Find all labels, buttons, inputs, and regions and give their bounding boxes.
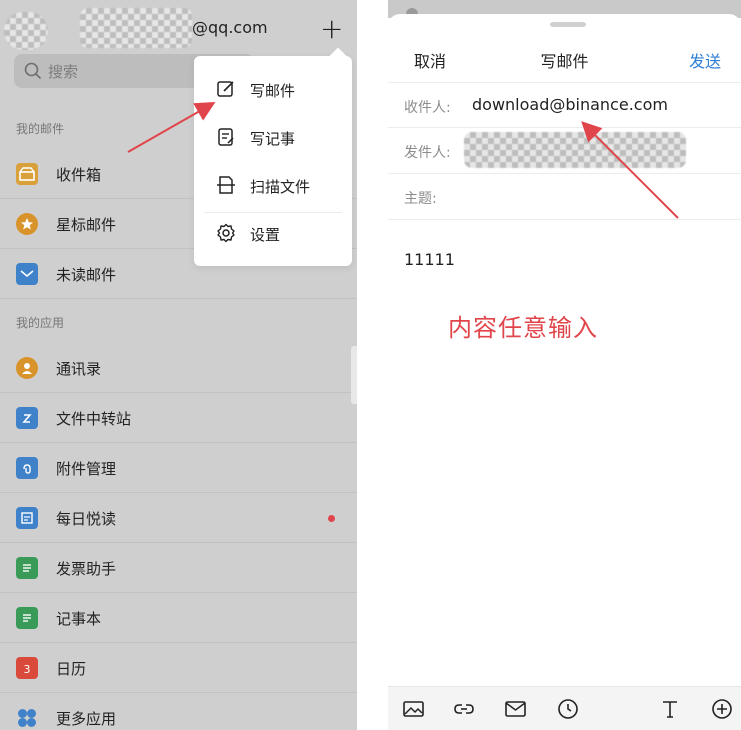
sidebar-item-label: 日历 <box>56 660 87 678</box>
account-name-redacted <box>80 8 192 48</box>
popup-item-scan[interactable]: 扫描文件 <box>194 164 352 210</box>
sidebar-item-label: 收件箱 <box>56 166 102 184</box>
divider <box>0 298 357 299</box>
compose-mail-panel: 取消 写邮件 发送 收件人: download@binance.com 发件人:… <box>388 0 741 730</box>
unread-icon <box>16 263 38 285</box>
divider <box>0 592 357 593</box>
sidebar-item-daily-read[interactable]: 每日悦读 <box>0 494 357 542</box>
sidebar-item-label: 星标邮件 <box>56 216 117 234</box>
link-icon[interactable] <box>452 697 476 721</box>
calendar-day-number: 3 <box>24 663 31 676</box>
unread-dot-badge <box>328 515 335 522</box>
divider <box>0 392 357 393</box>
add-icon[interactable] <box>710 697 734 721</box>
envelope-icon[interactable] <box>504 697 528 721</box>
contacts-icon <box>16 357 38 379</box>
sidebar-item-label: 附件管理 <box>56 460 117 478</box>
star-icon <box>16 213 38 235</box>
compose-toolbar <box>388 686 741 730</box>
divider <box>0 642 357 643</box>
sidebar-item-notebook[interactable]: 记事本 <box>0 594 357 642</box>
send-button[interactable]: 发送 <box>689 48 721 72</box>
sidebar-item-calendar[interactable]: 3 日历 <box>0 644 357 692</box>
popup-item-label: 扫描文件 <box>250 178 311 196</box>
file-transfer-icon <box>16 407 38 429</box>
settings-icon <box>217 223 235 243</box>
compose-sheet: 取消 写邮件 发送 收件人: download@binance.com 发件人:… <box>388 14 741 730</box>
account-avatar-redacted[interactable] <box>4 12 48 50</box>
popup-item-compose[interactable]: 写邮件 <box>194 68 352 114</box>
from-field-row[interactable]: 发件人: <box>388 128 741 174</box>
section-label-my-apps: 我的应用 <box>16 316 65 330</box>
clock-icon[interactable] <box>556 697 580 721</box>
section-label-my-mail: 我的邮件 <box>16 122 65 136</box>
divider <box>0 692 357 693</box>
mailbox-sidebar-panel: @qq.com + 搜索 我的邮件 收件箱 星标邮件 未读邮件 我的应用 通讯录… <box>0 0 357 730</box>
popup-caret <box>329 47 347 65</box>
panel-gap <box>357 0 388 730</box>
text-format-icon[interactable] <box>658 697 682 721</box>
divider <box>0 442 357 443</box>
notebook-icon <box>16 607 38 629</box>
daily-read-icon <box>16 507 38 529</box>
search-placeholder: 搜索 <box>48 63 79 81</box>
popup-item-label: 写邮件 <box>250 82 296 100</box>
add-popup-menu: 写邮件 写记事 扫描文件 设置 <box>194 47 352 266</box>
popup-item-label: 写记事 <box>250 130 296 148</box>
inbox-icon <box>16 163 38 185</box>
sidebar-item-label: 文件中转站 <box>56 410 132 428</box>
from-field-value-redacted <box>464 132 686 168</box>
sidebar-item-label: 记事本 <box>56 610 102 628</box>
account-email-suffix: @qq.com <box>192 18 268 37</box>
sidebar-item-more-apps[interactable]: 更多应用 <box>0 694 357 730</box>
to-field-value[interactable]: download@binance.com <box>472 95 668 114</box>
calendar-icon: 3 <box>16 657 38 679</box>
invoice-icon <box>16 557 38 579</box>
divider <box>0 542 357 543</box>
mail-body-input[interactable]: 11111 <box>404 250 455 269</box>
sidebar-item-label: 未读邮件 <box>56 266 117 284</box>
more-apps-icon <box>16 707 38 729</box>
scan-icon <box>217 176 235 194</box>
attachment-icon <box>16 457 38 479</box>
sidebar-item-label: 更多应用 <box>56 710 117 728</box>
sidebar-item-contacts[interactable]: 通讯录 <box>0 344 357 392</box>
image-icon[interactable] <box>402 697 426 721</box>
annotation-text: 内容任意输入 <box>448 314 598 342</box>
sidebar-item-attachments[interactable]: 附件管理 <box>0 444 357 492</box>
subject-field-row[interactable]: 主题: <box>388 174 741 220</box>
sidebar-item-label: 每日悦读 <box>56 510 117 528</box>
popup-item-settings[interactable]: 设置 <box>194 212 352 258</box>
add-menu-button[interactable]: + <box>320 14 343 44</box>
sidebar-item-file-transfer[interactable]: 文件中转站 <box>0 394 357 442</box>
sidebar-item-label: 发票助手 <box>56 560 117 578</box>
to-field-label: 收件人: <box>404 100 451 116</box>
sidebar-item-invoice[interactable]: 发票助手 <box>0 544 357 592</box>
sheet-grabber[interactable] <box>550 22 586 27</box>
popup-item-write-note[interactable]: 写记事 <box>194 116 352 162</box>
write-note-icon <box>218 128 234 146</box>
popup-item-label: 设置 <box>250 226 281 244</box>
to-field-row[interactable]: 收件人: download@binance.com <box>388 82 741 128</box>
divider <box>0 492 357 493</box>
search-icon <box>24 62 42 80</box>
compose-icon <box>217 81 234 97</box>
from-field-label: 发件人: <box>404 145 451 161</box>
subject-field-label: 主题: <box>404 191 437 207</box>
sidebar-item-label: 通讯录 <box>56 360 102 378</box>
